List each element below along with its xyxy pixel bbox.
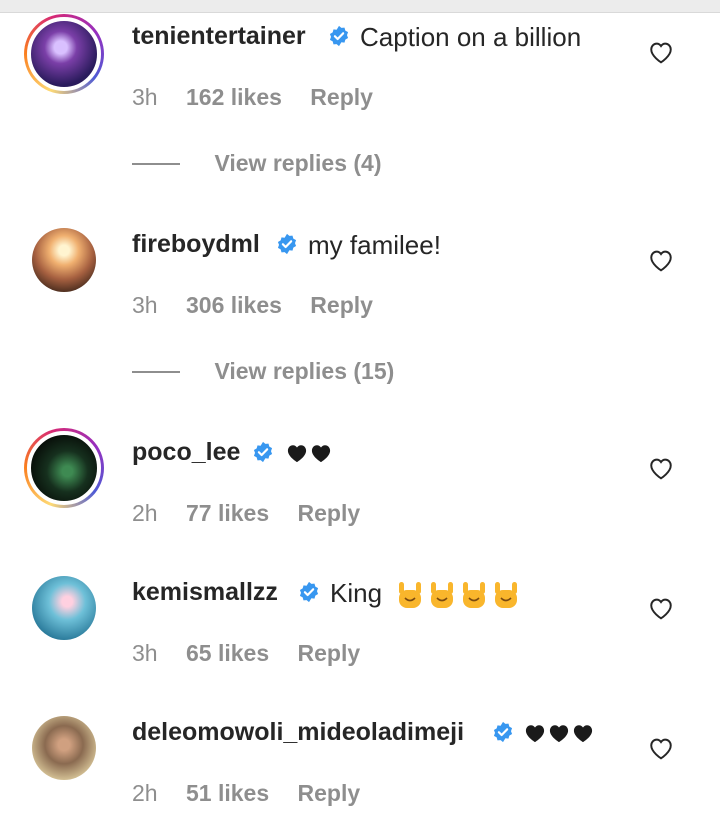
avatar[interactable] — [24, 428, 104, 508]
comment-meta: 2h 77 likes Reply — [132, 500, 382, 527]
avatar-image — [27, 17, 101, 91]
divider-line — [132, 162, 180, 165]
comment-username[interactable]: fireboydml — [132, 230, 260, 259]
view-replies[interactable]: View replies (4) — [132, 150, 382, 177]
like-heart-icon[interactable] — [648, 596, 674, 620]
comment-time: 3h — [132, 640, 158, 666]
comment-time: 2h — [132, 780, 158, 806]
black-heart-icon — [573, 725, 593, 743]
likes-count[interactable]: 306 likes — [186, 292, 282, 318]
likes-count[interactable]: 51 likes — [186, 780, 269, 806]
verified-badge-icon — [253, 441, 273, 463]
comment-text: Caption on a billion — [360, 22, 582, 52]
divider-line — [132, 370, 180, 373]
avatar-image — [32, 228, 96, 292]
comment-text: King — [330, 578, 523, 610]
comment-row: poco_lee 2h 77 likes Reply — [0, 428, 720, 526]
comment-row: tenientertainer Caption on a billion 3h … — [0, 12, 720, 110]
like-heart-icon[interactable] — [648, 736, 674, 760]
view-replies[interactable]: View replies (15) — [132, 358, 394, 385]
comment-row: fireboydml my familee! 3h 306 likes Repl… — [0, 220, 720, 318]
avatar[interactable] — [24, 708, 104, 788]
view-replies-label[interactable]: View replies (15) — [214, 358, 394, 384]
verified-badge-icon — [277, 233, 297, 255]
avatar[interactable] — [24, 220, 104, 300]
black-heart-icon — [287, 445, 307, 463]
verified-badge-icon — [299, 581, 319, 603]
avatar-image — [32, 716, 96, 780]
black-heart-icon — [549, 725, 569, 743]
reply-button[interactable]: Reply — [310, 84, 373, 110]
avatar-image — [27, 431, 101, 505]
avatar[interactable] — [24, 568, 104, 648]
sign-of-horns-emoji-icon — [399, 582, 422, 609]
like-heart-icon[interactable] — [648, 456, 674, 480]
comment-text-word: King — [330, 578, 383, 608]
comment-row: kemismallzz King 3h 65 likes Reply — [0, 568, 720, 666]
reply-button[interactable]: Reply — [310, 292, 373, 318]
black-heart-icon — [525, 725, 545, 743]
comment-time: 3h — [132, 292, 158, 318]
comment-username[interactable]: tenientertainer — [132, 22, 306, 51]
verified-badge-icon — [493, 721, 513, 743]
black-heart-icon — [311, 445, 331, 463]
comment-emoji — [524, 723, 594, 743]
avatar[interactable] — [24, 14, 104, 94]
like-heart-icon[interactable] — [648, 40, 674, 64]
likes-count[interactable]: 77 likes — [186, 500, 269, 526]
sign-of-horns-emoji-icon — [495, 582, 518, 609]
likes-count[interactable]: 65 likes — [186, 640, 269, 666]
comment-meta: 3h 65 likes Reply — [132, 640, 382, 667]
reply-button[interactable]: Reply — [298, 640, 361, 666]
like-heart-icon[interactable] — [648, 248, 674, 272]
comment-meta: 3h 306 likes Reply — [132, 292, 395, 319]
comment-meta: 3h 162 likes Reply — [132, 84, 395, 111]
comment-username[interactable]: poco_lee — [132, 438, 240, 467]
comment-username[interactable]: kemismallzz — [132, 578, 278, 607]
sign-of-horns-emoji-icon — [463, 582, 486, 609]
comment-row: deleomowoli_mideoladimeji 2h 51 likes Re… — [0, 708, 720, 818]
comment-meta: 2h 51 likes Reply — [132, 780, 382, 807]
comment-time: 2h — [132, 500, 158, 526]
comment-username[interactable]: deleomowoli_mideoladimeji — [132, 718, 464, 747]
verified-badge-icon — [329, 25, 349, 47]
reply-button[interactable]: Reply — [298, 780, 361, 806]
reply-button[interactable]: Reply — [298, 500, 361, 526]
sign-of-horns-emoji-icon — [431, 582, 454, 609]
view-replies-label[interactable]: View replies (4) — [214, 150, 381, 176]
likes-count[interactable]: 162 likes — [186, 84, 282, 110]
horns-emoji-group — [395, 578, 523, 609]
comment-emoji — [286, 443, 332, 463]
avatar-image — [32, 576, 96, 640]
comment-text: my familee! — [308, 230, 441, 260]
comment-time: 3h — [132, 84, 158, 110]
